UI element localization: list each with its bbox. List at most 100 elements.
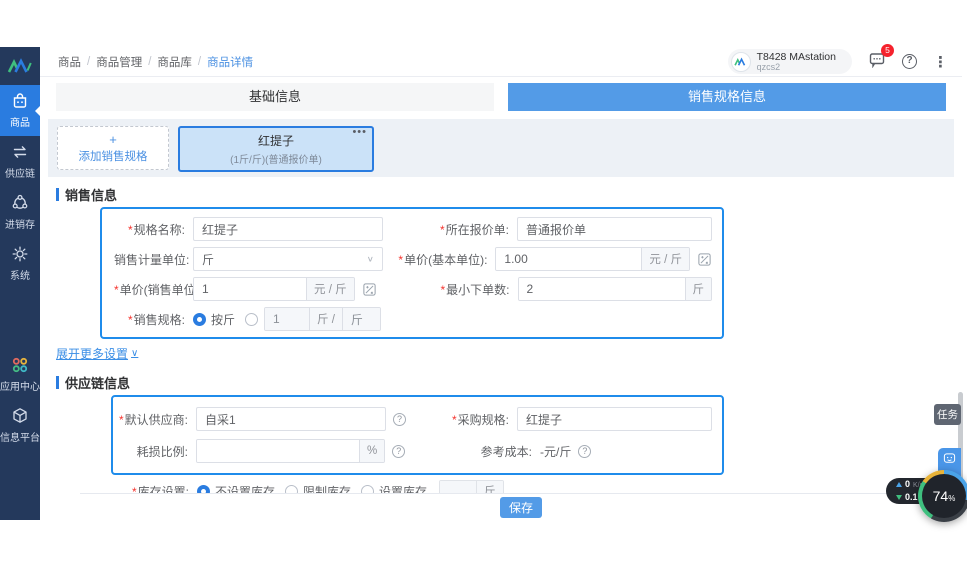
sidebar-item-label: 应用中心 bbox=[0, 382, 40, 393]
quote-list-input[interactable] bbox=[517, 217, 712, 241]
task-tab[interactable]: 任务 bbox=[934, 404, 961, 425]
breadcrumb-item[interactable]: 商品库 bbox=[157, 54, 192, 70]
add-spec-label: 添加销售规格 bbox=[78, 150, 148, 163]
spec-name-label: *规格名称: bbox=[127, 222, 185, 237]
spec-card-selected[interactable]: ••• 红提子 (1斤/斤)(普通报价单) bbox=[178, 126, 374, 172]
app-logo-icon bbox=[0, 47, 40, 85]
breadcrumb-item[interactable]: 商品 bbox=[58, 54, 81, 70]
ref-cost-label: 参考成本: bbox=[480, 444, 532, 459]
sale-spec-radio-label[interactable]: 按斤 bbox=[211, 311, 235, 328]
sidebar-item-label: 进销存 bbox=[5, 220, 35, 231]
section-title-text: 供应链信息 bbox=[65, 375, 131, 391]
breadcrumb-separator: / bbox=[87, 55, 91, 68]
gauge-value: 74 bbox=[932, 488, 949, 504]
sidebar-item-system[interactable]: 系统 bbox=[0, 238, 40, 289]
supply-info-box: *默认供应商: ? *采购规格: 耗损比例: bbox=[111, 395, 724, 475]
gear-icon bbox=[10, 244, 30, 269]
spec-name-input[interactable] bbox=[193, 217, 383, 241]
topbar-actions: T8428 MAstation qzcs2 5 ? ⋮ bbox=[727, 44, 948, 74]
page: 商品 供应链 进销存 系统 应用中心 信息平台 商品 / 商品管理 / 商品库 … bbox=[0, 0, 967, 566]
supplier-label: *默认供应商: bbox=[119, 412, 189, 427]
messages-button[interactable]: 5 bbox=[868, 44, 894, 73]
spec-cards-strip: + 添加销售规格 ••• 红提子 (1斤/斤)(普通报价单) bbox=[48, 119, 954, 177]
save-button[interactable]: 保存 bbox=[499, 496, 542, 518]
sale-unit-select[interactable]: 斤 ∨ bbox=[193, 247, 383, 271]
footer-bar: 保存 bbox=[80, 493, 962, 520]
detail-tabs: 基础信息 销售规格信息 bbox=[56, 83, 946, 111]
chevron-down-icon: ∨ bbox=[366, 254, 374, 264]
share-nodes-icon bbox=[10, 193, 30, 218]
add-spec-card[interactable]: + 添加销售规格 bbox=[57, 126, 169, 170]
app-center-icon bbox=[10, 355, 30, 380]
user-subname: qzcs2 bbox=[756, 61, 781, 72]
sidebar-item-app-center[interactable]: 应用中心 bbox=[0, 349, 40, 400]
sidebar-item-label: 供应链 bbox=[5, 169, 35, 180]
sidebar-item-label: 信息平台 bbox=[0, 433, 40, 444]
base-price-label: *单价(基本单位): bbox=[398, 252, 488, 267]
tab-basic-info[interactable]: 基础信息 bbox=[56, 83, 494, 111]
gauge-readout: 74 % bbox=[922, 474, 966, 518]
base-price-unit-addon: 元 / 斤 bbox=[641, 248, 689, 270]
breadcrumb-current: 商品详情 bbox=[207, 56, 254, 69]
breadcrumb: 商品 / 商品管理 / 商品库 / 商品详情 bbox=[58, 54, 253, 70]
sidebar-item-inventory[interactable]: 进销存 bbox=[0, 187, 40, 238]
breadcrumb-item[interactable]: 商品管理 bbox=[96, 54, 142, 70]
sale-price-label: *单价(销售单位): bbox=[114, 282, 203, 297]
help-button[interactable]: ? bbox=[902, 54, 917, 69]
min-order-unit-addon: 斤 bbox=[684, 278, 711, 300]
purchase-spec-input[interactable] bbox=[517, 407, 712, 431]
tab-sales-spec-info[interactable]: 销售规格信息 bbox=[508, 83, 946, 111]
loss-ratio-input[interactable] bbox=[197, 440, 359, 462]
spec-card-title: 红提子 bbox=[257, 134, 294, 148]
sale-spec-unit-input[interactable] bbox=[341, 308, 380, 330]
supplier-input[interactable] bbox=[196, 407, 386, 431]
supply-info-section-title: 供应链信息 bbox=[56, 373, 946, 391]
sale-spec-radio-by-unit[interactable] bbox=[193, 312, 206, 326]
swap-arrows-icon bbox=[10, 142, 30, 167]
bag-icon bbox=[10, 91, 30, 116]
sale-spec-qty-input[interactable] bbox=[265, 308, 310, 330]
sidebar-item-label: 商品 bbox=[10, 118, 30, 129]
sale-spec-per-addon: 斤 / bbox=[309, 308, 342, 330]
sale-price-input[interactable] bbox=[194, 278, 306, 300]
cube-icon bbox=[10, 406, 30, 431]
percent-addon: % bbox=[359, 440, 385, 462]
user-name: T8428 MAstation bbox=[756, 50, 836, 63]
vertical-dots-icon: ⋮ bbox=[933, 53, 948, 71]
expand-more-settings-link[interactable]: 展开更多设置 ∨ bbox=[56, 345, 138, 362]
question-circle-icon[interactable]: ? bbox=[392, 444, 406, 458]
breadcrumb-separator: / bbox=[197, 55, 202, 68]
section-title-text: 销售信息 bbox=[65, 187, 118, 203]
calculator-icon[interactable] bbox=[697, 252, 712, 267]
sales-info-box: *规格名称: *所在报价单: 销售计量单位: 斤 bbox=[100, 207, 724, 339]
sidebar-item-supply-chain[interactable]: 供应链 bbox=[0, 136, 40, 187]
expand-more-settings-text: 展开更多设置 bbox=[56, 347, 129, 361]
main-area: 商品 / 商品管理 / 商品库 / 商品详情 T8428 MAstation q… bbox=[40, 44, 962, 520]
app-window: 商品 供应链 进销存 系统 应用中心 信息平台 商品 / 商品管理 / 商品库 … bbox=[0, 44, 962, 520]
sale-spec-radio-custom[interactable] bbox=[245, 312, 259, 326]
base-price-input[interactable] bbox=[496, 248, 642, 270]
performance-gauge[interactable]: 74 % bbox=[918, 470, 967, 522]
question-circle-icon[interactable]: ? bbox=[393, 412, 406, 426]
chevron-down-icon: ∨ bbox=[131, 348, 139, 359]
calculator-icon[interactable] bbox=[362, 282, 377, 297]
loss-ratio-group: % bbox=[196, 439, 386, 463]
loss-ratio-label: 耗损比例: bbox=[136, 444, 188, 459]
section-bar bbox=[56, 375, 59, 389]
min-order-input[interactable] bbox=[518, 278, 685, 300]
upload-icon bbox=[896, 482, 902, 487]
breadcrumb-separator: / bbox=[148, 55, 152, 68]
sales-info-section-title: 销售信息 bbox=[56, 185, 946, 203]
more-menu-button[interactable]: ⋮ bbox=[933, 53, 948, 71]
sidebar-item-goods[interactable]: 商品 bbox=[0, 85, 40, 136]
min-order-group: 斤 bbox=[517, 277, 712, 301]
quote-list-label: *所在报价单: bbox=[439, 222, 509, 237]
download-icon bbox=[896, 495, 902, 500]
question-circle-icon[interactable]: ? bbox=[578, 444, 592, 458]
card-more-icon[interactable]: ••• bbox=[352, 126, 367, 138]
sale-unit-value: 斤 bbox=[202, 252, 215, 267]
spec-card-subtitle: (1斤/斤)(普通报价单) bbox=[230, 155, 322, 166]
question-circle-icon: ? bbox=[902, 54, 917, 69]
sidebar-item-info-platform[interactable]: 信息平台 bbox=[0, 400, 40, 451]
user-menu[interactable]: T8428 MAstation qzcs2 bbox=[727, 49, 852, 74]
